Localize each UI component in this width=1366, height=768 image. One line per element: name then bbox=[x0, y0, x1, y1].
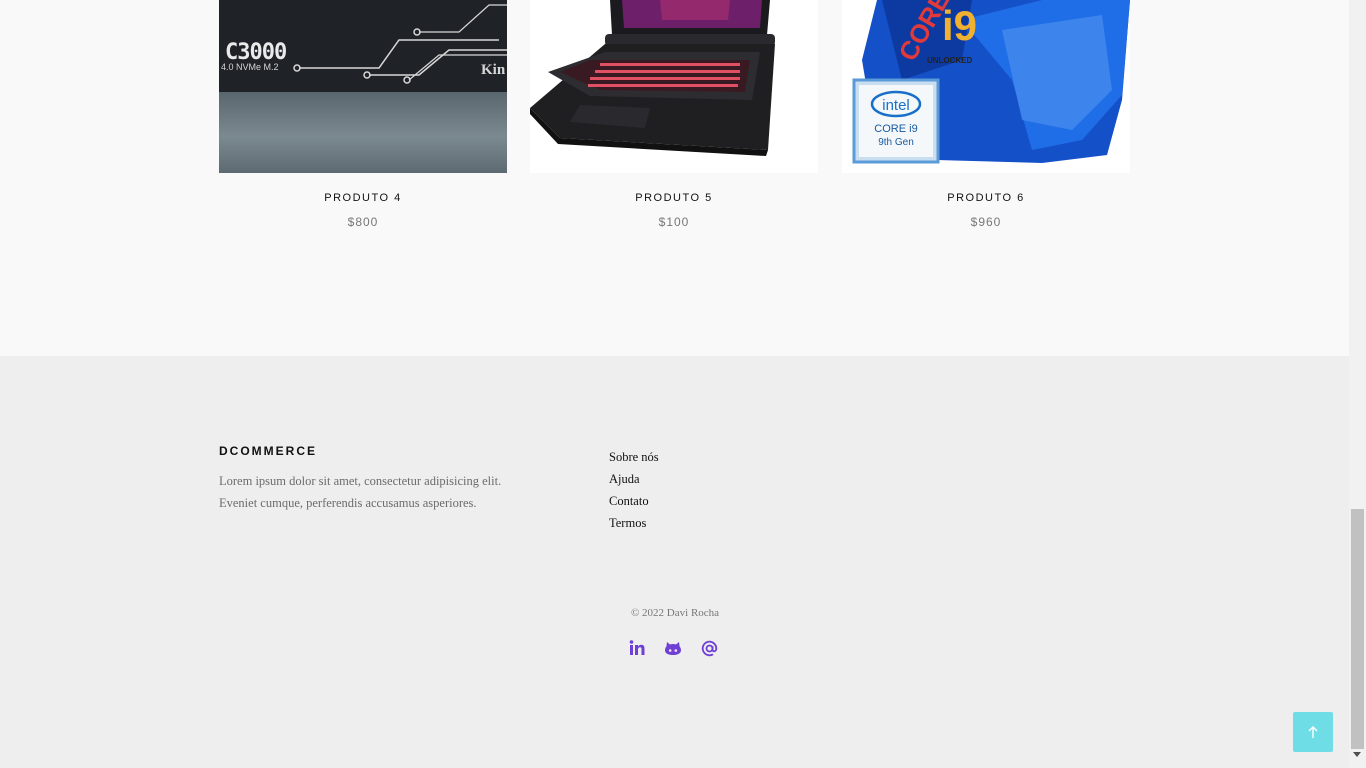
cpu-box-big-text: i9 bbox=[942, 2, 977, 49]
ssd-surface bbox=[219, 92, 507, 173]
back-to-top-button[interactable] bbox=[1293, 712, 1333, 752]
footer-link-sobre[interactable]: Sobre nós bbox=[609, 446, 659, 468]
cpu-box-sub-text: UNLOCKED bbox=[927, 56, 973, 65]
product-title[interactable]: PRODUTO 4 bbox=[219, 192, 507, 204]
product-card[interactable]: C3000 4.0 NVMe M.2 Kin PRODUTO 4 $800 bbox=[219, 0, 507, 229]
product-card[interactable]: PRODUTO 5 $100 bbox=[530, 0, 818, 229]
arrow-up-icon bbox=[1308, 726, 1318, 738]
footer-description: Lorem ipsum dolor sit amet, consectetur … bbox=[219, 474, 502, 510]
footer-link-contato[interactable]: Contato bbox=[609, 490, 659, 512]
footer-link-ajuda[interactable]: Ajuda bbox=[609, 468, 659, 490]
product-price: $960 bbox=[970, 215, 1002, 229]
product-title[interactable]: PRODUTO 5 bbox=[530, 192, 818, 204]
product-title[interactable]: PRODUTO 6 bbox=[842, 192, 1130, 204]
intel-line2-text: 9th Gen bbox=[878, 137, 914, 148]
social-links bbox=[626, 638, 720, 658]
cpu-box-graphic: CORE i9 UNLOCKED intel CORE i9 9th Gen bbox=[852, 0, 1130, 164]
product-price: $100 bbox=[658, 215, 690, 229]
email-at-icon[interactable] bbox=[698, 638, 720, 658]
scrollbar-arrow-down[interactable] bbox=[1353, 752, 1361, 757]
intel-line1-text: CORE i9 bbox=[874, 123, 917, 135]
product-image-cpu[interactable]: CORE i9 UNLOCKED intel CORE i9 9th Gen bbox=[842, 0, 1130, 173]
laptop-graphic bbox=[530, 0, 775, 156]
intel-brand-text: intel bbox=[882, 97, 910, 114]
product-image-laptop[interactable] bbox=[530, 0, 818, 173]
footer-links: Sobre nós Ajuda Contato Termos bbox=[609, 446, 659, 534]
product-image-ssd[interactable]: C3000 4.0 NVMe M.2 Kin bbox=[219, 0, 507, 173]
linkedin-icon[interactable] bbox=[626, 638, 648, 658]
github-icon[interactable] bbox=[662, 638, 684, 658]
ssd-spec-text: 4.0 NVMe M.2 bbox=[221, 62, 279, 72]
footer-link-termos[interactable]: Termos bbox=[609, 512, 659, 534]
copyright: © 2022 Davi Rocha bbox=[630, 607, 720, 619]
scrollbar-thumb[interactable] bbox=[1351, 509, 1364, 749]
page: C3000 4.0 NVMe M.2 Kin PRODUTO 4 $800 PR… bbox=[0, 0, 1349, 768]
ssd-brand-text: Kin bbox=[481, 62, 506, 78]
footer-brand: DCOMMERCE bbox=[219, 444, 317, 458]
product-card[interactable]: CORE i9 UNLOCKED intel CORE i9 9th Gen P… bbox=[842, 0, 1130, 229]
scrollbar[interactable] bbox=[1349, 0, 1366, 768]
product-price: $800 bbox=[347, 215, 379, 229]
products-section: C3000 4.0 NVMe M.2 Kin PRODUTO 4 $800 PR… bbox=[0, 0, 1349, 356]
